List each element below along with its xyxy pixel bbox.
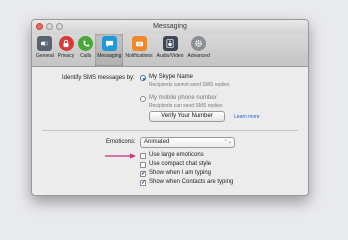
annotation-arrow-icon — [105, 153, 136, 159]
speaker-icon — [162, 36, 178, 51]
chat-bubble-icon — [101, 36, 117, 51]
tab-label: Notifications — [125, 53, 153, 59]
radio-mobile-number[interactable] — [140, 96, 146, 102]
emoticons-selected-value: Animated — [144, 139, 170, 145]
chevron-updown-icon: ⌃⌄ — [223, 139, 232, 145]
section-divider — [42, 130, 298, 131]
tab-label: Calls — [80, 53, 92, 59]
tab-audio-video[interactable]: Audio/Video — [155, 34, 186, 66]
tab-privacy[interactable]: Privacy — [56, 34, 76, 66]
phone-icon — [78, 36, 94, 51]
radio-skype-name-label: My Skype Name — [149, 74, 194, 80]
tab-advanced[interactable]: Advanced — [186, 34, 212, 66]
show-typing-label: Show when I am typing — [149, 170, 212, 176]
switch-icon — [37, 36, 53, 51]
verify-number-button[interactable]: Verify Your Number — [149, 111, 225, 122]
tab-general[interactable]: General — [34, 34, 56, 66]
window-title: Messaging — [153, 23, 187, 30]
notification-icon — [131, 36, 147, 51]
tab-calls[interactable]: Calls — [76, 34, 95, 66]
large-emoticons-checkbox[interactable] — [140, 153, 146, 159]
tab-label: Audio/Video — [156, 53, 184, 59]
messaging-settings-panel: Identify SMS messages by: My Skype Name … — [32, 67, 308, 195]
sms-identify-label: Identify SMS messages by: — [62, 75, 135, 81]
compact-chat-label: Use compact chat style — [149, 161, 212, 167]
close-window-button[interactable] — [36, 23, 43, 30]
title-bar: Messaging — [32, 20, 308, 34]
tab-label: Messaging — [97, 53, 122, 59]
show-typing-checkbox[interactable]: ✓ — [140, 171, 146, 177]
zoom-window-button[interactable] — [56, 23, 63, 30]
contacts-typing-checkbox[interactable]: ✓ — [140, 180, 146, 186]
tab-notifications[interactable]: Notifications — [123, 34, 154, 66]
tab-messaging[interactable]: Messaging — [95, 34, 124, 66]
radio-skype-name-sub: Recipients cannot send SMS replies — [149, 82, 230, 88]
radio-mobile-number-label: My mobile phone number — [149, 95, 217, 101]
radio-mobile-number-sub: Recipients can send SMS replies — [149, 103, 223, 109]
window-controls — [36, 23, 63, 30]
gear-icon — [191, 36, 207, 51]
lock-icon — [58, 36, 74, 51]
tab-label: General — [36, 53, 54, 59]
tab-label: Privacy — [57, 53, 75, 59]
contacts-typing-label: Show when Contacts are typing — [149, 179, 234, 185]
learn-more-link[interactable]: Learn more — [234, 114, 260, 120]
large-emoticons-label: Use large emoticons — [149, 152, 204, 158]
tab-label: Advanced — [187, 53, 210, 59]
compact-chat-checkbox[interactable] — [140, 162, 146, 168]
radio-skype-name[interactable] — [140, 75, 146, 81]
emoticons-select[interactable]: Animated ⌃⌄ — [140, 137, 235, 148]
preferences-window: Messaging General Privacy Calls Messagin… — [31, 19, 309, 196]
emoticons-label: Emoticons: — [106, 139, 136, 145]
minimize-window-button[interactable] — [46, 23, 53, 30]
preferences-toolbar: General Privacy Calls Messaging Notifica… — [32, 34, 308, 67]
